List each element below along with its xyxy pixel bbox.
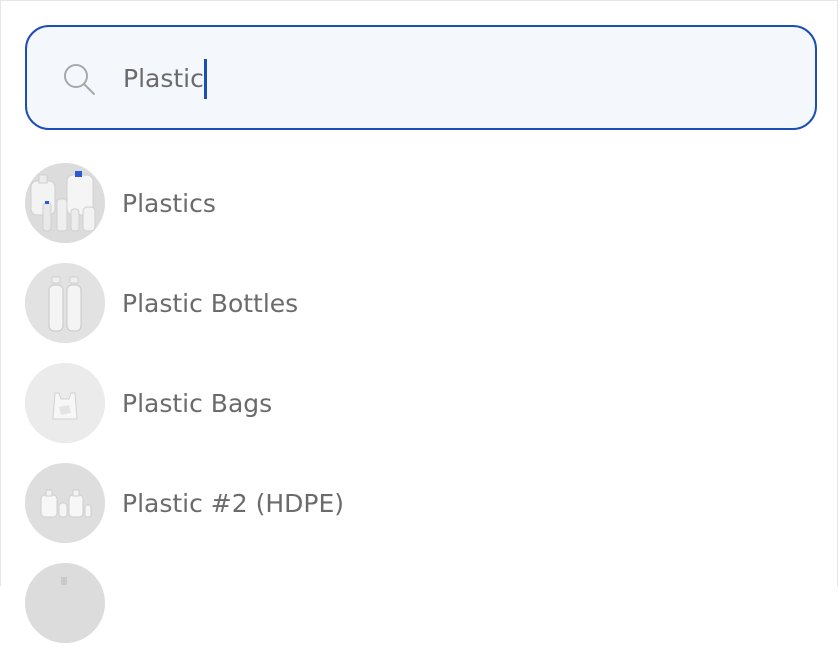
text-caret [203,59,207,99]
suggestion-item-partial[interactable] [25,563,817,643]
search-panel: Plastic Plastics Plastic Bottles Plastic… [0,0,838,643]
suggestion-label: Plastic Bags [122,388,273,418]
suggestion-list: Plastics Plastic Bottles Plastic Bags Pl… [25,163,817,663]
suggestion-label: Plastic #2 (HDPE) [122,488,345,518]
suggestion-label: Plastic Bottles [122,288,299,318]
suggestion-label: Plastics [122,188,216,218]
suggestion-item-plastic-2-hdpe[interactable]: Plastic #2 (HDPE) [25,463,817,543]
search-icon [64,64,95,95]
suggestion-item-plastic-bottles[interactable]: Plastic Bottles [25,263,817,343]
assorted-plastic-jugs-thumbnail [25,163,105,243]
clear-plastic-bottles-thumbnail [25,263,105,343]
search-query-text: Plastic [123,64,204,93]
search-input[interactable]: Plastic [25,25,817,130]
suggestion-item-plastics[interactable]: Plastics [25,163,817,243]
plastic-bag-thumbnail [25,363,105,443]
hdpe-bottles-thumbnail [25,463,105,543]
search-field-value[interactable]: Plastic [123,59,207,99]
suggestion-item-plastic-bags[interactable]: Plastic Bags [25,363,817,443]
partially-visible-thumbnail [25,563,105,643]
